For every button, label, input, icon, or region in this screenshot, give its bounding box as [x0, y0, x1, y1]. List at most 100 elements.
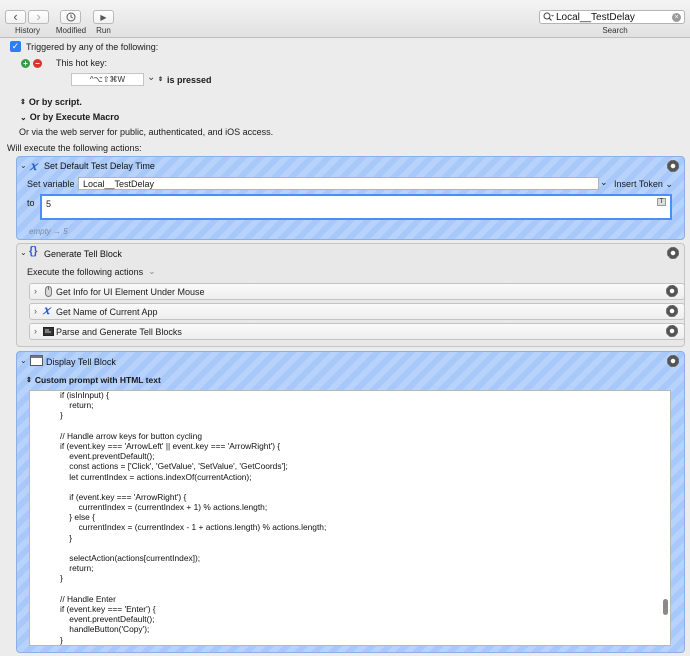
history-label: History [15, 26, 40, 35]
chevron-right-icon: › [36, 9, 41, 24]
chevron-right-icon[interactable]: › [34, 306, 37, 316]
chevron-down-icon: ⌄ [665, 179, 673, 189]
search-input[interactable] [554, 11, 672, 23]
or-script-label: Or by script. [28, 97, 82, 107]
chevron-down-icon[interactable]: ⌄ [20, 356, 27, 365]
code-line: selectAction(actions[currentIndex]); [60, 553, 201, 563]
clear-search-icon[interactable]: × [672, 12, 681, 22]
run-button[interactable]: ▶ [93, 10, 114, 24]
back-button[interactable]: ‹ [5, 10, 26, 24]
search-icon [543, 12, 554, 21]
modified-button[interactable] [60, 10, 81, 24]
set-variable-label: Set variable [27, 179, 75, 189]
html-text-editor[interactable]: if (isInInput) { return;} // Handle arrow… [29, 390, 671, 646]
or-by-script-row[interactable]: ⇕ Or by script. [20, 97, 82, 107]
play-icon: ▶ [100, 12, 107, 22]
action-title: Generate Tell Block [44, 249, 122, 259]
chevron-down-icon: ⌄ [20, 112, 27, 122]
add-trigger-icon[interactable]: + [21, 58, 30, 68]
code-line: currentIndex = (currentIndex + 1) % acti… [60, 502, 268, 513]
code-line: if (event.key === 'Enter') { [60, 603, 156, 614]
code-line: if (event.key === 'ArrowRight') { [60, 491, 187, 502]
sub-action-label: Parse and Generate Tell Blocks [56, 327, 182, 337]
window-icon [30, 355, 43, 366]
forward-button[interactable]: › [28, 10, 49, 24]
code-line: handleButton('Copy'); [60, 624, 150, 635]
pressed-select[interactable]: ⇕ is pressed [158, 75, 212, 85]
will-execute-label: Will execute the following actions: [7, 143, 142, 153]
action-title: Display Tell Block [46, 357, 116, 367]
sub-action-parse[interactable]: › Parse and Generate Tell Blocks [29, 323, 685, 340]
code-line: if (event.key === 'ArrowLeft' || event.k… [60, 440, 281, 451]
sub-action-get-app-name[interactable]: › 𝑥 Get Name of Current App [29, 303, 685, 320]
search-label: Search [602, 26, 628, 35]
chevron-down-icon[interactable]: ⌄ [20, 248, 27, 257]
run-label: Run [96, 26, 111, 35]
modified-label: Modified [55, 26, 87, 35]
updown-chevron-icon: ⇕ [158, 76, 164, 83]
variable-dropdown-icon[interactable]: ⌄ [600, 177, 608, 188]
sub-action-label: Get Name of Current App [56, 307, 158, 317]
to-label: to [27, 198, 35, 208]
mouse-icon [45, 286, 52, 297]
updown-chevron-icon: ⇕ [26, 377, 32, 384]
code-line: event.preventDefault(); [60, 614, 155, 625]
text-token-icon[interactable]: T [657, 198, 666, 206]
custom-prompt-select[interactable]: ⇕ Custom prompt with HTML text [26, 375, 161, 385]
triggered-checkbox[interactable]: ✓ [10, 41, 21, 52]
pressed-label: is pressed [167, 75, 212, 85]
code-line: const actions = ['Click', 'GetValue', 'S… [60, 461, 288, 472]
insert-token-button[interactable]: Insert Token ⌄ [614, 179, 673, 190]
hotkey-dropdown-icon[interactable]: ⌄ [147, 72, 155, 83]
gear-icon[interactable] [666, 285, 678, 297]
hotkey-row: + − This hot key: [21, 58, 107, 68]
code-line: return; [60, 400, 94, 411]
chevron-right-icon[interactable]: › [34, 326, 37, 336]
code-lines: if (isInInput) { return;} // Handle arrow… [60, 390, 326, 645]
triggered-label: Triggered by any of the following: [26, 41, 159, 52]
action-set-variable[interactable]: ⌄ 𝑥 Set Default Test Delay Time Set vari… [16, 156, 685, 240]
sub-action-label: Get Info for UI Element Under Mouse [56, 287, 205, 297]
code-line: } [60, 410, 63, 421]
updown-chevron-icon: ⇕ [20, 99, 26, 106]
code-line: } [60, 532, 73, 543]
gear-icon[interactable] [666, 325, 678, 337]
clock-icon [66, 12, 75, 22]
variable-x-icon: 𝑥 [43, 303, 50, 317]
gear-icon[interactable] [667, 355, 679, 367]
chevron-down-icon[interactable]: ⌄ [148, 266, 156, 277]
insert-token-label: Insert Token [614, 179, 663, 189]
gear-icon[interactable] [666, 305, 678, 317]
custom-prompt-label: Custom prompt with HTML text [34, 375, 161, 385]
code-line: if (isInInput) { [60, 390, 109, 400]
value-field[interactable]: 5 T [40, 194, 672, 220]
sub-action-get-info[interactable]: › Get Info for UI Element Under Mouse [29, 283, 685, 300]
chevron-right-icon[interactable]: › [34, 286, 37, 296]
chevron-left-icon: ‹ [13, 9, 18, 24]
variable-name-field[interactable]: Local__TestDelay [78, 177, 599, 190]
preview-text: empty → 5 [29, 227, 68, 236]
hotkey-field[interactable]: ^⌥⇧⌘W [71, 73, 144, 86]
code-line: // Handle arrow keys for button cycling [60, 430, 202, 441]
execute-label: Execute the following actions [27, 267, 144, 277]
web-server-text: Or via the web server for public, authen… [19, 127, 274, 137]
value-text: 5 [46, 199, 52, 209]
action-title: Set Default Test Delay Time [44, 161, 155, 171]
remove-trigger-icon[interactable]: − [33, 58, 42, 68]
variable-x-icon: 𝑥 [30, 159, 37, 173]
braces-icon: {} [29, 245, 38, 257]
chevron-down-icon[interactable]: ⌄ [20, 161, 27, 170]
search-box[interactable]: × [539, 10, 685, 24]
code-line: } else { [60, 512, 95, 523]
editor-scrollbar[interactable] [663, 599, 668, 615]
or-by-execute-row[interactable]: ⌄ Or by Execute Macro [20, 112, 119, 122]
code-line: event.preventDefault(); [60, 451, 155, 462]
code-line: // Handle Enter [60, 593, 116, 604]
code-line: } [60, 634, 63, 645]
gear-icon[interactable] [667, 247, 679, 259]
code-line: } [60, 573, 63, 584]
gear-icon[interactable] [667, 160, 679, 172]
